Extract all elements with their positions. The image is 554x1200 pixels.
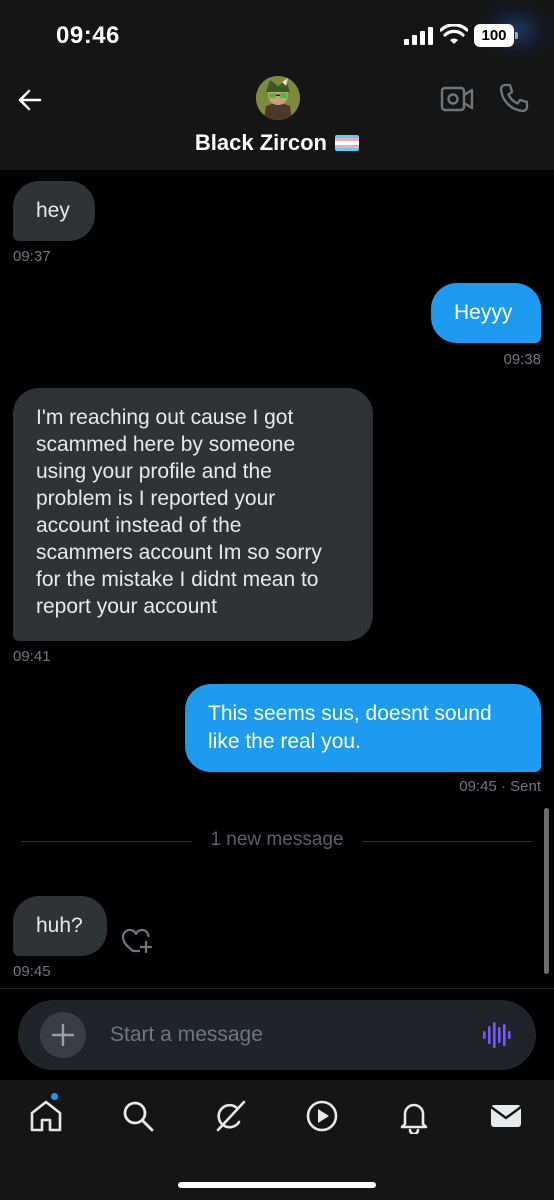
notifications-icon[interactable] xyxy=(396,1098,432,1134)
phone-call-icon[interactable] xyxy=(498,82,530,114)
message-line: scammers account Im so sorry xyxy=(36,541,322,564)
message-timestamp: 09:38 xyxy=(503,351,541,368)
message-timestamp-sent: 09:45 · Sent xyxy=(459,778,541,795)
home-indicator xyxy=(178,1182,376,1188)
message-text: huh? xyxy=(36,914,83,937)
new-message-divider: 1 new message xyxy=(210,829,344,850)
message-line: like the real you. xyxy=(208,730,361,753)
message-text: Heyyy xyxy=(454,301,513,324)
home-notification-dot xyxy=(50,1092,59,1101)
plus-icon xyxy=(51,1023,75,1047)
message-composer xyxy=(18,1000,536,1070)
message-bubble-incoming[interactable]: huh? xyxy=(13,896,107,956)
message-line: scammed here by someone xyxy=(36,433,296,456)
home-icon[interactable] xyxy=(28,1098,64,1134)
message-line: I'm reaching out cause I got xyxy=(36,406,294,429)
scrollbar[interactable] xyxy=(544,808,549,974)
divider-line-left xyxy=(22,841,192,842)
battery-tip xyxy=(515,32,518,39)
trans-flag-emoji xyxy=(335,135,360,151)
message-bubble-incoming[interactable]: I'm reaching out cause I got scammed her… xyxy=(13,388,373,641)
video-icon[interactable] xyxy=(304,1098,340,1134)
add-media-button[interactable] xyxy=(40,1012,86,1058)
battery-icon: 100 xyxy=(474,24,518,47)
grok-icon[interactable] xyxy=(212,1098,248,1134)
message-bubble-incoming[interactable]: hey xyxy=(13,181,95,241)
messages-icon[interactable] xyxy=(488,1098,524,1134)
message-timestamp: 09:41 xyxy=(13,648,51,665)
avatar-image xyxy=(256,76,300,120)
battery-level: 100 xyxy=(474,24,514,47)
message-bubble-outgoing[interactable]: Heyyy xyxy=(431,283,541,343)
message-timestamp: 09:37 xyxy=(13,248,51,265)
video-call-icon[interactable] xyxy=(440,84,474,114)
message-input[interactable] xyxy=(110,1018,450,1052)
message-line: account instead of the xyxy=(36,514,242,537)
message-line: for the mistake I didnt mean to xyxy=(36,568,319,591)
contact-name[interactable]: Black Zircon xyxy=(0,130,554,156)
message-text: hey xyxy=(36,199,70,222)
cellular-signal-icon xyxy=(404,27,433,45)
status-time: 09:46 xyxy=(56,22,120,49)
status-bar: 09:46 100 xyxy=(0,0,554,70)
add-reaction-icon[interactable] xyxy=(120,925,154,955)
search-icon[interactable] xyxy=(120,1098,156,1134)
message-timestamp: 09:45 xyxy=(13,963,51,980)
bottom-navigation xyxy=(0,1080,554,1200)
message-line: using your profile and the xyxy=(36,460,272,483)
message-line: problem is I reported your xyxy=(36,487,276,510)
divider-line-right xyxy=(362,841,532,842)
message-line: This seems sus, doesnt sound xyxy=(208,702,492,725)
contact-name-text: Black Zircon xyxy=(194,130,327,155)
back-arrow-icon[interactable] xyxy=(14,84,46,116)
voice-message-icon[interactable] xyxy=(482,1020,512,1050)
conversation-header: Black Zircon xyxy=(0,70,554,170)
contact-avatar[interactable] xyxy=(256,76,300,120)
message-line: report your account xyxy=(36,595,217,618)
wifi-icon xyxy=(440,24,468,44)
message-bubble-outgoing[interactable]: This seems sus, doesnt sound like the re… xyxy=(185,684,541,772)
